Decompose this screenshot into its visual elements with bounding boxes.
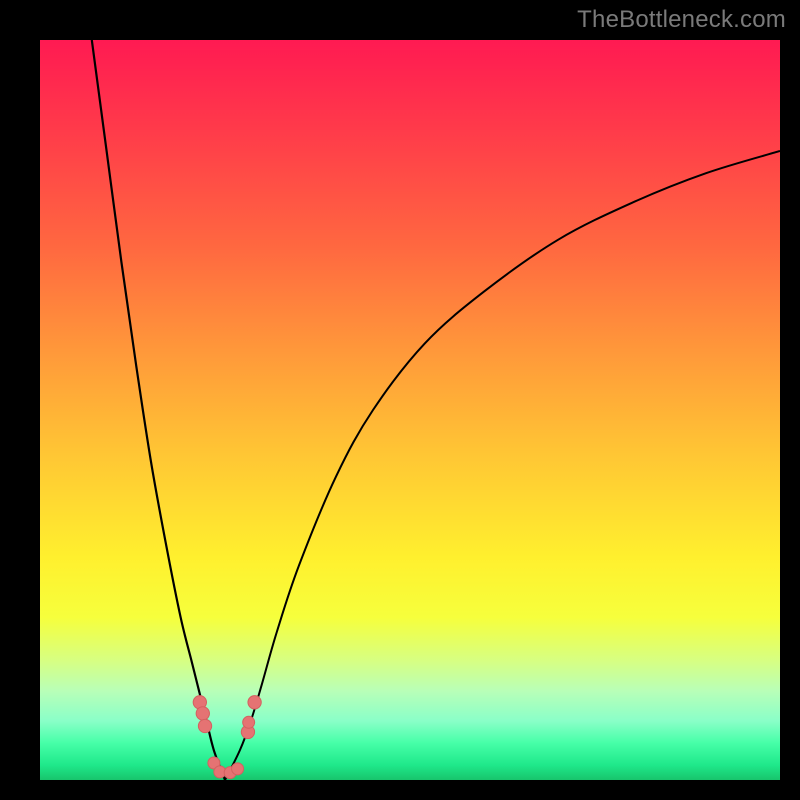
data-marker [248, 696, 261, 709]
data-marker [232, 763, 244, 775]
marker-group [193, 696, 261, 779]
data-marker [243, 716, 255, 728]
chart-frame: TheBottleneck.com [0, 0, 800, 800]
curve-left-branch [92, 40, 225, 780]
data-marker [196, 707, 209, 720]
watermark-text: TheBottleneck.com [577, 6, 786, 34]
curve-right-branch [225, 151, 780, 780]
data-marker [198, 719, 211, 732]
chart-svg [40, 40, 780, 780]
plot-area [40, 40, 780, 780]
